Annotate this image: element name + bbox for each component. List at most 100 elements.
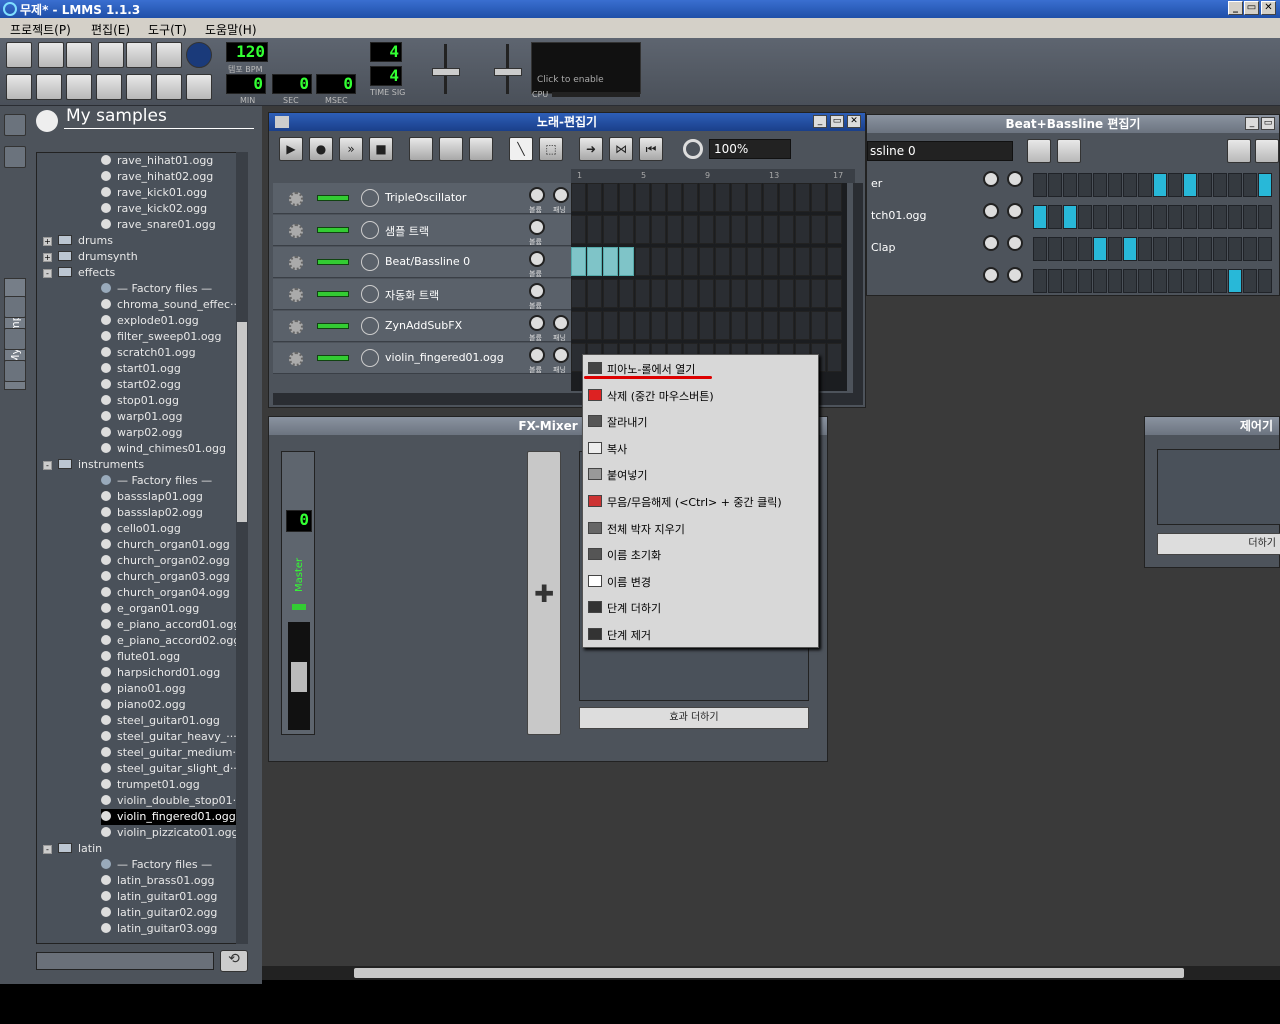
bb-volume-knob[interactable] xyxy=(983,235,999,251)
bb-pattern-block[interactable] xyxy=(571,247,586,276)
bb-add-beat-button[interactable] xyxy=(1027,139,1051,163)
track-name[interactable]: 자동화 트랙 xyxy=(385,287,439,303)
bb-step-button[interactable] xyxy=(1228,237,1242,261)
track-name[interactable]: 샘플 트랙 xyxy=(385,223,429,239)
track-row[interactable]: 자동화 트랙 볼륨 xyxy=(273,279,571,310)
tree-item[interactable]: bassslap02.ogg xyxy=(101,505,203,521)
tree-item[interactable]: — Factory files — xyxy=(101,473,212,489)
grid-cell[interactable] xyxy=(603,215,618,244)
tree-item[interactable]: rave_hihat01.ogg xyxy=(101,153,213,169)
grid-cell[interactable] xyxy=(779,215,794,244)
song-editor-toggle-button[interactable] xyxy=(6,74,32,100)
bb-step-button[interactable] xyxy=(1033,205,1047,229)
expand-toggle-icon[interactable]: - xyxy=(43,461,52,470)
bb-step-button[interactable] xyxy=(1153,173,1167,197)
grid-cell[interactable] xyxy=(747,183,762,212)
grid-cell[interactable] xyxy=(795,183,810,212)
grid-cell[interactable] xyxy=(715,247,730,276)
stop-behaviour-button[interactable]: ⏮ xyxy=(639,137,663,161)
track-row[interactable]: violin_fingered01.ogg 볼륨 패닝 xyxy=(273,343,571,374)
bb-step-button[interactable] xyxy=(1258,173,1272,197)
bb-step-button[interactable] xyxy=(1168,237,1182,261)
grid-cell[interactable] xyxy=(667,183,682,212)
zoom-select[interactable]: 100% xyxy=(709,139,791,159)
timeline-ruler[interactable] xyxy=(571,169,855,183)
bb-step-button[interactable] xyxy=(1198,173,1212,197)
bb-step-button[interactable] xyxy=(1048,237,1062,261)
bb-step-button[interactable] xyxy=(1078,205,1092,229)
workspace-hscrollbar[interactable] xyxy=(262,966,1280,980)
track-row[interactable]: ZynAddSubFX 볼륨 패닝 xyxy=(273,311,571,342)
menu-help[interactable]: 도움말(H) xyxy=(205,21,257,38)
track-mute-button[interactable] xyxy=(317,323,349,329)
bb-step-button[interactable] xyxy=(1033,173,1047,197)
grid-cell[interactable] xyxy=(779,279,794,308)
bb-step-button[interactable] xyxy=(1048,205,1062,229)
bb-add-automation-button[interactable] xyxy=(1057,139,1081,163)
tree-item[interactable]: violin_double_stop01··· xyxy=(101,793,243,809)
track-settings-gear-icon[interactable] xyxy=(289,224,303,238)
track-settings-gear-icon[interactable] xyxy=(289,288,303,302)
tree-item[interactable]: trumpet01.ogg xyxy=(101,777,200,793)
bb-step-button[interactable] xyxy=(1153,205,1167,229)
grid-cell[interactable] xyxy=(747,279,762,308)
bb-step-button[interactable] xyxy=(1048,269,1062,293)
grid-cell[interactable] xyxy=(811,215,826,244)
grid-cell[interactable] xyxy=(699,215,714,244)
bb-step-button[interactable] xyxy=(1243,173,1257,197)
bb-step-button[interactable] xyxy=(1213,237,1227,261)
track-settings-gear-icon[interactable] xyxy=(289,320,303,334)
timesig-numerator[interactable]: 4 xyxy=(370,42,402,62)
grid-cell[interactable] xyxy=(811,183,826,212)
grid-cell[interactable] xyxy=(651,215,666,244)
grid-cell[interactable] xyxy=(635,311,650,340)
track-pan-knob[interactable] xyxy=(553,187,569,203)
draw-mode-button[interactable]: ╲ xyxy=(509,137,533,161)
tree-item[interactable]: violin_fingered01.ogg xyxy=(101,809,247,825)
track-settings-gear-icon[interactable] xyxy=(289,352,303,366)
tree-item[interactable]: harpsichord01.ogg xyxy=(101,665,220,681)
fx-mixer-toggle-button[interactable] xyxy=(126,74,152,100)
bb-step-button[interactable] xyxy=(1168,269,1182,293)
favorites-star-icon[interactable] xyxy=(4,296,26,318)
tree-item[interactable]: church_organ03.ogg xyxy=(101,569,230,585)
bb-step-button[interactable] xyxy=(1213,269,1227,293)
add-sample-track-button[interactable] xyxy=(439,137,463,161)
tree-item[interactable]: stop01.ogg xyxy=(101,393,179,409)
grid-cell[interactable] xyxy=(715,311,730,340)
track-settings-gear-icon[interactable] xyxy=(289,256,303,270)
bb-step-button[interactable] xyxy=(1138,205,1152,229)
tree-item[interactable]: church_organ02.ogg xyxy=(101,553,230,569)
context-menu-item[interactable]: 이름 초기화 xyxy=(583,542,818,568)
bb-step-button[interactable] xyxy=(1063,205,1077,229)
bb-step-button[interactable] xyxy=(1093,269,1107,293)
grid-cell[interactable] xyxy=(587,183,602,212)
tree-item[interactable]: latin_brass01.ogg xyxy=(101,873,215,889)
controller-rack-toggle-button[interactable] xyxy=(186,74,212,100)
headphones-icon[interactable] xyxy=(4,146,26,168)
grid-cell[interactable] xyxy=(731,311,746,340)
grid-cell[interactable] xyxy=(699,183,714,212)
grid-cell[interactable] xyxy=(603,279,618,308)
grid-cell[interactable] xyxy=(683,247,698,276)
bb-pattern-block[interactable] xyxy=(603,247,618,276)
bb-step-button[interactable] xyxy=(1198,237,1212,261)
play-button[interactable]: ▶ xyxy=(279,137,303,161)
expand-toggle-icon[interactable]: - xyxy=(43,269,52,278)
track-volume-knob[interactable] xyxy=(529,283,545,299)
grid-cell[interactable] xyxy=(747,247,762,276)
tree-item[interactable]: church_organ04.ogg xyxy=(101,585,230,601)
tree-item[interactable]: bassslap01.ogg xyxy=(101,489,203,505)
add-automation-track-button[interactable] xyxy=(469,137,493,161)
bb-editor-toggle-button[interactable] xyxy=(36,74,62,100)
track-settings-gear-icon[interactable] xyxy=(289,192,303,206)
track-name[interactable]: Beat/Bassline 0 xyxy=(385,255,470,268)
context-menu-item[interactable]: 전체 박자 지우기 xyxy=(583,516,818,542)
track-name[interactable]: violin_fingered01.ogg xyxy=(385,351,504,364)
new-project-button[interactable] xyxy=(6,42,32,68)
bb-step-button[interactable] xyxy=(1258,205,1272,229)
grid-cell[interactable] xyxy=(587,215,602,244)
tree-item[interactable]: latin_guitar02.ogg xyxy=(101,905,217,921)
grid-cell[interactable] xyxy=(715,183,730,212)
bb-step-button[interactable] xyxy=(1108,205,1122,229)
